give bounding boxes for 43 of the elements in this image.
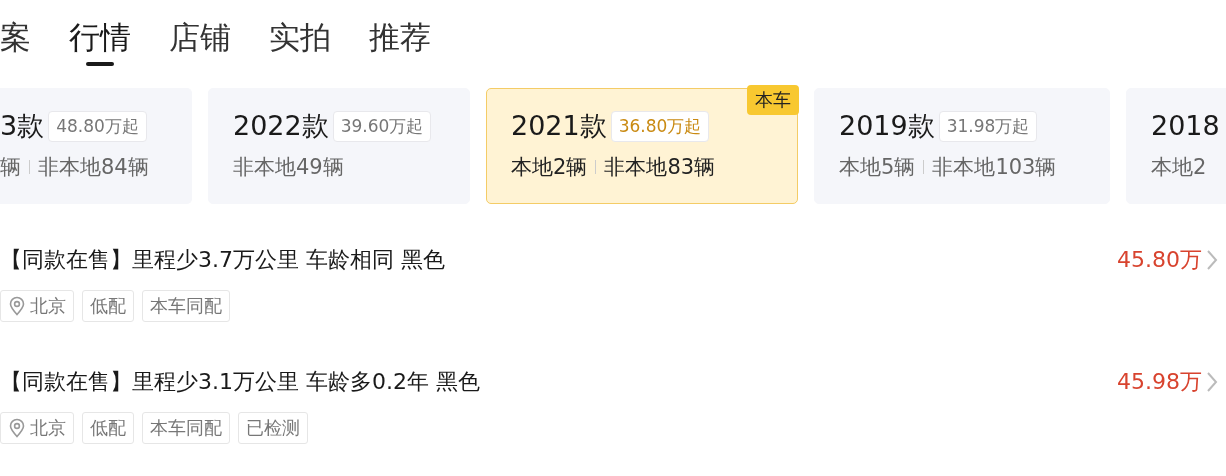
model-year: 2018 xyxy=(1151,109,1220,143)
nonlocal-count: 非本地83辆 xyxy=(604,154,716,181)
model-year-card[interactable]: 2019款 31.98万起 本地5辆 非本地103辆 xyxy=(814,88,1110,204)
model-year-card[interactable]: 2021款 36.80万起 本地2辆 非本地83辆 本车 xyxy=(486,88,798,204)
feature-tag: 已检测 xyxy=(238,412,308,444)
starting-price: 48.80万起 xyxy=(48,110,147,142)
local-count: 本地2 xyxy=(1151,154,1207,181)
model-year: 2021款 xyxy=(511,109,607,143)
local-count: 辆 xyxy=(0,154,21,181)
listing-title[interactable]: 【同款在售】里程少3.1万公里 车龄多0.2年 黑色 xyxy=(0,366,480,398)
chevron-right-icon[interactable] xyxy=(1206,249,1218,271)
starting-price: 31.98万起 xyxy=(938,110,1038,142)
listing-title[interactable]: 【同款在售】里程少3.7万公里 车龄相同 黑色 xyxy=(0,244,445,276)
nonlocal-count: 非本地49辆 xyxy=(233,154,344,181)
model-year-card[interactable]: 2022款 39.60万起 非本地49辆 xyxy=(208,88,470,204)
location-pin-icon xyxy=(8,296,26,316)
model-year: 3款 xyxy=(0,109,45,143)
starting-price: 39.60万起 xyxy=(332,110,432,142)
model-year: 2022款 xyxy=(233,109,329,143)
tab[interactable]: 推荐 xyxy=(369,14,431,64)
location-tag: 北京 xyxy=(0,412,74,444)
location-tag: 北京 xyxy=(0,290,74,322)
current-car-badge: 本车 xyxy=(747,85,799,115)
feature-tag: 低配 xyxy=(82,290,134,322)
tab[interactable]: 实拍 xyxy=(269,14,331,64)
nonlocal-count: 非本地84辆 xyxy=(38,154,149,181)
listing-price: 45.80万 xyxy=(1117,246,1202,274)
listing-price: 45.98万 xyxy=(1117,368,1202,396)
local-count: 本地5辆 xyxy=(839,154,916,181)
chevron-right-icon[interactable] xyxy=(1206,371,1218,393)
nonlocal-count: 非本地103辆 xyxy=(932,154,1057,181)
feature-tag: 低配 xyxy=(82,412,134,444)
tab[interactable]: 行情 xyxy=(69,14,131,64)
location-pin-icon xyxy=(8,418,26,438)
tab[interactable]: 案 xyxy=(0,14,31,64)
model-year-card[interactable]: 3款 48.80万起 辆 非本地84辆 xyxy=(0,88,192,204)
model-year-card[interactable]: 2018 本地2 xyxy=(1126,88,1226,204)
starting-price: 36.80万起 xyxy=(610,110,710,142)
model-year: 2019款 xyxy=(839,109,935,143)
tab[interactable]: 店铺 xyxy=(169,14,231,64)
feature-tag: 本车同配 xyxy=(142,290,230,322)
local-count: 本地2辆 xyxy=(511,154,588,181)
feature-tag: 本车同配 xyxy=(142,412,230,444)
